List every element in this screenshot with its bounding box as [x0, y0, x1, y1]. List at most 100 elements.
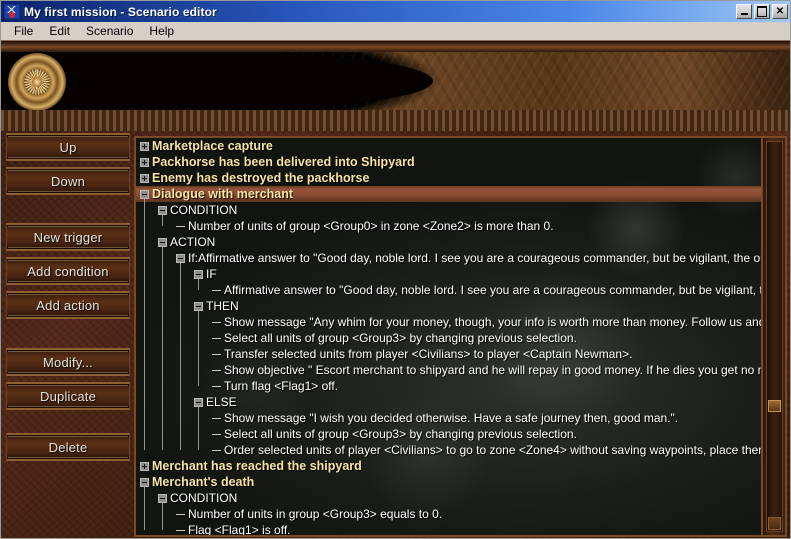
tree-row-label: Order selected units of player <Civilian… — [224, 443, 761, 457]
collapse-minus-icon[interactable] — [194, 301, 203, 311]
tree-row-label: Number of units of group <Group0> in zon… — [188, 219, 554, 233]
collapse-minus-icon[interactable] — [158, 493, 167, 503]
up-button-label: Up — [59, 139, 77, 155]
menu-help[interactable]: Help — [141, 22, 182, 40]
tree-row[interactable]: Flag <Flag1> is off. — [136, 522, 761, 535]
tree-row-label: Dialogue with merchant — [152, 187, 293, 201]
tree-leaf-marker-icon — [212, 446, 221, 455]
delete-button-label: Delete — [48, 439, 88, 455]
tree-row-label: Affirmative answer to "Good day, noble l… — [224, 283, 761, 297]
collapse-minus-icon[interactable] — [140, 477, 149, 487]
tree-row-label: Show message "I wish you decided otherwi… — [224, 411, 679, 425]
tree-row[interactable]: Turn flag <Flag1> off. — [136, 378, 761, 394]
scrollbar-thumb[interactable] — [768, 400, 781, 412]
tree-row[interactable]: Dialogue with merchant — [136, 186, 761, 202]
menu-bar: File Edit Scenario Help — [1, 22, 790, 41]
add-condition-button-label: Add condition — [27, 263, 109, 279]
editor-body: Up Down New trigger Add condition Add ac… — [1, 131, 790, 538]
down-button[interactable]: Down — [6, 167, 130, 195]
tree-row[interactable]: CONDITION — [136, 202, 761, 218]
collapse-minus-icon[interactable] — [140, 189, 149, 199]
tree-connector-line — [144, 486, 145, 530]
menu-file[interactable]: File — [6, 22, 41, 40]
tree-row[interactable]: Number of units in group <Group3> equals… — [136, 506, 761, 522]
tree-connector-line — [198, 310, 199, 386]
duplicate-button-label: Duplicate — [40, 388, 96, 404]
app-icon — [4, 4, 20, 19]
collapse-minus-icon[interactable] — [158, 205, 167, 215]
tree-row[interactable]: If:Affirmative answer to "Good day, nobl… — [136, 250, 761, 266]
tree-row[interactable]: IF — [136, 266, 761, 282]
tree-row-label: Select all units of group <Group3> by ch… — [224, 427, 577, 441]
minimize-icon — [737, 5, 751, 18]
collapse-minus-icon[interactable] — [176, 253, 185, 263]
tree-row[interactable]: THEN — [136, 298, 761, 314]
tree-row-label: CONDITION — [170, 491, 238, 505]
window-title: My first mission - Scenario editor — [24, 4, 217, 19]
banner-bottom-trim — [1, 110, 790, 131]
add-action-button[interactable]: Add action — [6, 291, 130, 319]
tree-row[interactable]: Transfer selected units from player <Civ… — [136, 346, 761, 362]
modify-button[interactable]: Modify... — [6, 348, 130, 376]
tree-row[interactable]: Order selected units of player <Civilian… — [136, 442, 761, 458]
tree-row[interactable]: Merchant's death — [136, 474, 761, 490]
tree-row-label: Enemy has destroyed the packhorse — [152, 171, 370, 185]
close-button[interactable]: ✕ — [772, 4, 788, 19]
vertical-scrollbar[interactable] — [761, 138, 785, 535]
collapse-minus-icon[interactable] — [194, 269, 203, 279]
menu-scenario[interactable]: Scenario — [78, 22, 141, 40]
menu-edit[interactable]: Edit — [41, 22, 78, 40]
minimize-button[interactable] — [736, 4, 752, 19]
tree-leaf-marker-icon — [176, 222, 185, 231]
expand-plus-icon[interactable] — [140, 173, 149, 183]
collapse-minus-icon[interactable] — [158, 237, 167, 247]
expand-plus-icon[interactable] — [140, 461, 149, 471]
tree-row-label: Merchant's death — [152, 475, 255, 489]
tree-leaf-marker-icon — [212, 366, 221, 375]
tree-row-label: Merchant has reached the shipyard — [152, 459, 362, 473]
up-button[interactable]: Up — [6, 133, 130, 161]
tree-row-label: THEN — [206, 299, 239, 313]
tree-row[interactable]: ACTION — [136, 234, 761, 250]
tree-row[interactable]: Affirmative answer to "Good day, noble l… — [136, 282, 761, 298]
maximize-button[interactable] — [754, 4, 770, 19]
add-condition-button[interactable]: Add condition — [6, 257, 130, 285]
tree-row[interactable]: Select all units of group <Group3> by ch… — [136, 330, 761, 346]
tree-row[interactable]: Show message "Any whim for your money, t… — [136, 314, 761, 330]
tree-row[interactable]: Packhorse has been delivered into Shipya… — [136, 154, 761, 170]
trigger-tree-frame: Marketplace capture Packhorse has been de… — [134, 136, 787, 537]
tree-row-label: Flag <Flag1> is off. — [188, 523, 291, 535]
tree-leaf-marker-icon — [176, 510, 185, 519]
expand-plus-icon[interactable] — [140, 157, 149, 167]
tree-row-label: IF — [206, 267, 217, 281]
delete-button[interactable]: Delete — [6, 433, 130, 461]
move-button-group: Up Down — [6, 133, 130, 201]
add-action-button-label: Add action — [36, 297, 100, 313]
window-controls: ✕ — [736, 4, 788, 19]
tree-row[interactable]: Enemy has destroyed the packhorse — [136, 170, 761, 186]
tree-row[interactable]: Show objective " Escort merchant to ship… — [136, 362, 761, 378]
scrollbar-down-button[interactable] — [768, 517, 781, 530]
tree-leaf-marker-icon — [212, 318, 221, 327]
collapse-minus-icon[interactable] — [194, 397, 203, 407]
tree-leaf-marker-icon — [212, 334, 221, 343]
tree-row-label: CONDITION — [170, 203, 238, 217]
create-button-group: New trigger Add condition Add action — [6, 223, 130, 325]
expand-plus-icon[interactable] — [140, 141, 149, 151]
scrollbar-track[interactable] — [766, 141, 783, 532]
title-bar: My first mission - Scenario editor ✕ — [1, 1, 790, 22]
delete-button-group: Delete — [6, 433, 130, 467]
tree-row[interactable]: Number of units of group <Group0> in zon… — [136, 218, 761, 234]
duplicate-button[interactable]: Duplicate — [6, 382, 130, 410]
trigger-tree[interactable]: Marketplace capture Packhorse has been de… — [136, 138, 761, 535]
tree-row-label: Packhorse has been delivered into Shipya… — [152, 155, 415, 169]
tree-row-label: Transfer selected units from player <Civ… — [224, 347, 633, 361]
tree-row[interactable]: ELSE — [136, 394, 761, 410]
tree-row[interactable]: Select all units of group <Group3> by ch… — [136, 426, 761, 442]
tree-row[interactable]: Merchant has reached the shipyard — [136, 458, 761, 474]
new-trigger-button[interactable]: New trigger — [6, 223, 130, 251]
tree-row[interactable]: Marketplace capture — [136, 138, 761, 154]
tree-row[interactable]: Show message "I wish you decided otherwi… — [136, 410, 761, 426]
tree-row[interactable]: CONDITION — [136, 490, 761, 506]
tree-leaf-marker-icon — [212, 430, 221, 439]
